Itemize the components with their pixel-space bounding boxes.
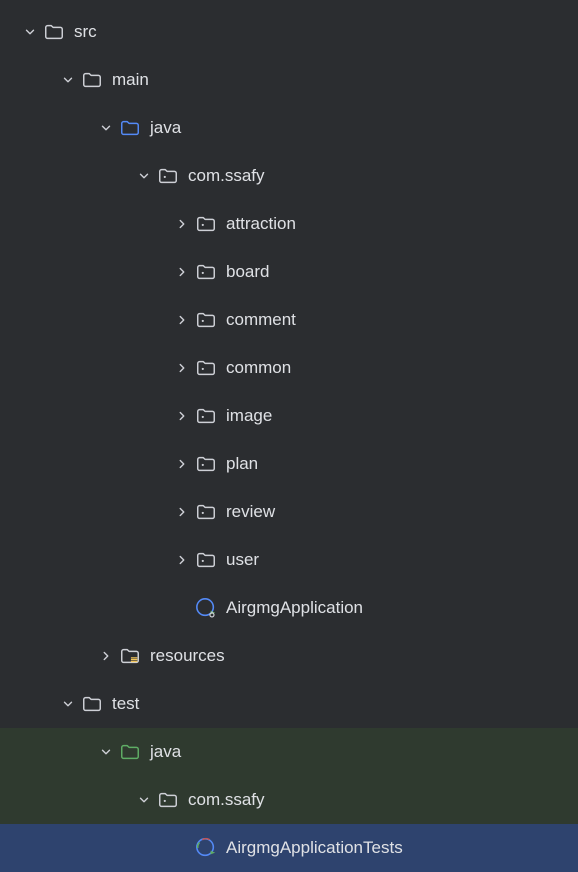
chevron-right-icon[interactable] — [170, 260, 194, 284]
chevron-down-icon[interactable] — [56, 68, 80, 92]
tree-item-label: AirgmgApplicationTests — [226, 838, 403, 858]
tree-item-label: board — [226, 262, 269, 282]
tree-item-label: user — [226, 550, 259, 570]
tree-item-java-main[interactable]: java — [0, 104, 578, 152]
folder-icon — [80, 68, 104, 92]
resource-folder-icon — [118, 644, 142, 668]
package-icon — [194, 308, 218, 332]
tree-item-label: com.ssafy — [188, 166, 265, 186]
chevron-right-icon[interactable] — [170, 356, 194, 380]
tree-item-main[interactable]: main — [0, 56, 578, 104]
chevron-down-icon[interactable] — [132, 788, 156, 812]
folder-icon — [42, 20, 66, 44]
tree-item-label: main — [112, 70, 149, 90]
tree-item-label: AirgmgApplication — [226, 598, 363, 618]
source-folder-icon — [118, 116, 142, 140]
chevron-right-icon[interactable] — [170, 452, 194, 476]
chevron-down-icon[interactable] — [94, 740, 118, 764]
chevron-down-icon[interactable] — [18, 20, 42, 44]
tree-item-test[interactable]: test — [0, 680, 578, 728]
tree-item-label: java — [150, 118, 181, 138]
class-runnable-icon — [194, 836, 218, 860]
tree-item-label: attraction — [226, 214, 296, 234]
tree-item-plan[interactable]: plan — [0, 440, 578, 488]
tree-item-attraction[interactable]: attraction — [0, 200, 578, 248]
tree-item-label: common — [226, 358, 291, 378]
tree-item-resources[interactable]: resources — [0, 632, 578, 680]
package-icon — [194, 212, 218, 236]
tree-item-label: test — [112, 694, 139, 714]
package-icon — [156, 788, 180, 812]
chevron-right-icon[interactable] — [170, 212, 194, 236]
chevron-down-icon[interactable] — [56, 692, 80, 716]
package-icon — [194, 404, 218, 428]
class-runnable-icon — [194, 596, 218, 620]
tree-item-src[interactable]: src — [0, 8, 578, 56]
tree-item-airgmg-application[interactable]: AirgmgApplication — [0, 584, 578, 632]
tree-item-review[interactable]: review — [0, 488, 578, 536]
package-icon — [194, 452, 218, 476]
test-folder-icon — [118, 740, 142, 764]
chevron-right-icon[interactable] — [94, 644, 118, 668]
folder-icon — [80, 692, 104, 716]
chevron-right-icon[interactable] — [170, 404, 194, 428]
tree-item-label: com.ssafy — [188, 790, 265, 810]
tree-item-label: plan — [226, 454, 258, 474]
tree-item-label: resources — [150, 646, 225, 666]
tree-item-label: src — [74, 22, 97, 42]
tree-item-common[interactable]: common — [0, 344, 578, 392]
tree-item-user[interactable]: user — [0, 536, 578, 584]
package-icon — [194, 260, 218, 284]
package-icon — [194, 500, 218, 524]
tree-item-airgmg-application-tests[interactable]: AirgmgApplicationTests — [0, 824, 578, 872]
chevron-right-icon[interactable] — [170, 548, 194, 572]
chevron-down-icon[interactable] — [94, 116, 118, 140]
package-icon — [156, 164, 180, 188]
tree-item-com-ssafy-test[interactable]: com.ssafy — [0, 776, 578, 824]
tree-item-com-ssafy-main[interactable]: com.ssafy — [0, 152, 578, 200]
chevron-down-icon[interactable] — [132, 164, 156, 188]
tree-item-label: comment — [226, 310, 296, 330]
tree-item-label: java — [150, 742, 181, 762]
package-icon — [194, 548, 218, 572]
tree-item-label: image — [226, 406, 272, 426]
tree-item-image[interactable]: image — [0, 392, 578, 440]
chevron-right-icon[interactable] — [170, 500, 194, 524]
tree-item-comment[interactable]: comment — [0, 296, 578, 344]
package-icon — [194, 356, 218, 380]
tree-item-board[interactable]: board — [0, 248, 578, 296]
chevron-right-icon[interactable] — [170, 308, 194, 332]
tree-item-label: review — [226, 502, 275, 522]
tree-item-java-test[interactable]: java — [0, 728, 578, 776]
